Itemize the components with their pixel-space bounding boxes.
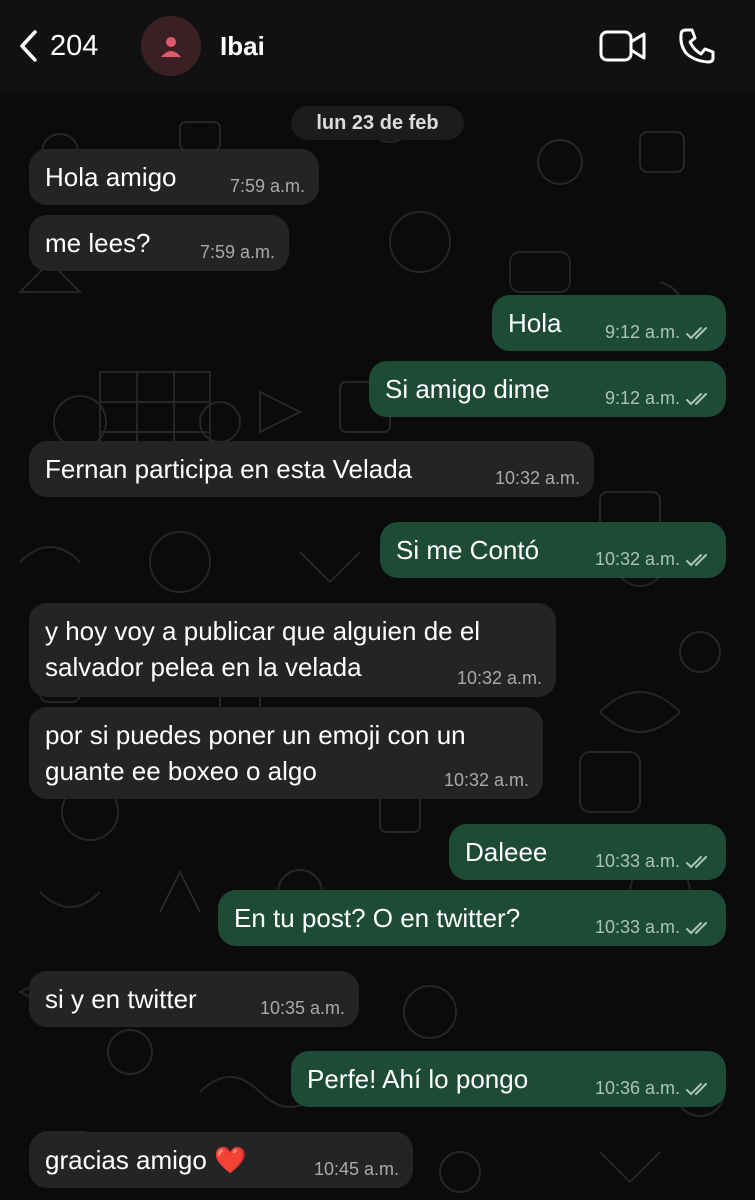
read-receipt-icon <box>686 1082 707 1095</box>
phone-icon[interactable] <box>678 27 716 65</box>
read-receipt-icon <box>686 326 707 339</box>
message-bubble[interactable]: Si me Contó 10:32 a.m. <box>380 522 726 578</box>
message-bubble[interactable]: Hola 9:12 a.m. <box>492 295 726 351</box>
message-bubble[interactable]: y hoy voy a publicar que alguien de el s… <box>29 603 556 697</box>
contact-name[interactable]: Ibai <box>220 31 265 62</box>
chevron-left-icon <box>20 30 37 62</box>
message-bubble[interactable]: si y en twitter 10:35 a.m. <box>29 971 359 1027</box>
message-time: 10:32 a.m. <box>494 468 580 488</box>
message-text: por si puedes poner un emoji con un <box>45 720 466 750</box>
video-call-icon[interactable] <box>599 30 647 62</box>
person-icon <box>161 37 181 57</box>
read-receipt-icon <box>686 392 707 405</box>
message-bubble[interactable]: por si puedes poner un emoji con un guan… <box>29 707 543 799</box>
message-bubble[interactable]: me lees? 7:59 a.m. <box>29 215 289 271</box>
message-bubble[interactable]: Fernan participa en esta Velada 10:32 a.… <box>29 441 594 497</box>
message-time: 10:32 a.m. <box>443 770 529 790</box>
message-time: 10:36 a.m. <box>594 1078 680 1098</box>
message-time: 10:45 a.m. <box>313 1159 399 1179</box>
message-bubble[interactable]: En tu post? O en twitter? 10:33 a.m. <box>218 890 726 946</box>
message-time: 10:32 a.m. <box>456 668 542 688</box>
date-separator: lun 23 de feb <box>291 106 464 140</box>
message-bubble[interactable]: Hola amigo 7:59 a.m. <box>29 149 319 205</box>
message-time: 7:59 a.m. <box>199 242 275 262</box>
message-bubble[interactable]: Si amigo dime 9:12 a.m. <box>369 361 726 417</box>
message-time: 10:33 a.m. <box>594 917 680 937</box>
message-bubble[interactable]: Daleee 10:33 a.m. <box>449 824 726 880</box>
message-time: 10:32 a.m. <box>594 549 680 569</box>
read-receipt-icon <box>686 855 707 868</box>
unread-count: 204 <box>50 29 99 62</box>
avatar[interactable] <box>141 16 201 76</box>
read-receipt-icon <box>686 921 707 934</box>
message-text: y hoy voy a publicar que alguien de el <box>45 616 481 646</box>
message-bubble[interactable]: Perfe! Ahí lo pongo 10:36 a.m. <box>291 1051 726 1107</box>
message-time: 10:33 a.m. <box>594 851 680 871</box>
back-button[interactable]: 204 <box>18 26 98 66</box>
message-time: 9:12 a.m. <box>604 388 680 408</box>
read-receipt-icon <box>686 553 707 566</box>
message-time: 9:12 a.m. <box>604 322 680 342</box>
message-bubble[interactable]: gracias amigo ❤️ 10:45 a.m. <box>29 1132 413 1188</box>
chat-screen: 204 Ibai lun 23 de feb Hola amigo 7:59 a… <box>0 0 755 1200</box>
message-time: 10:35 a.m. <box>259 998 345 1018</box>
chat-header: 204 Ibai <box>0 0 755 92</box>
message-time: 7:59 a.m. <box>229 176 305 196</box>
